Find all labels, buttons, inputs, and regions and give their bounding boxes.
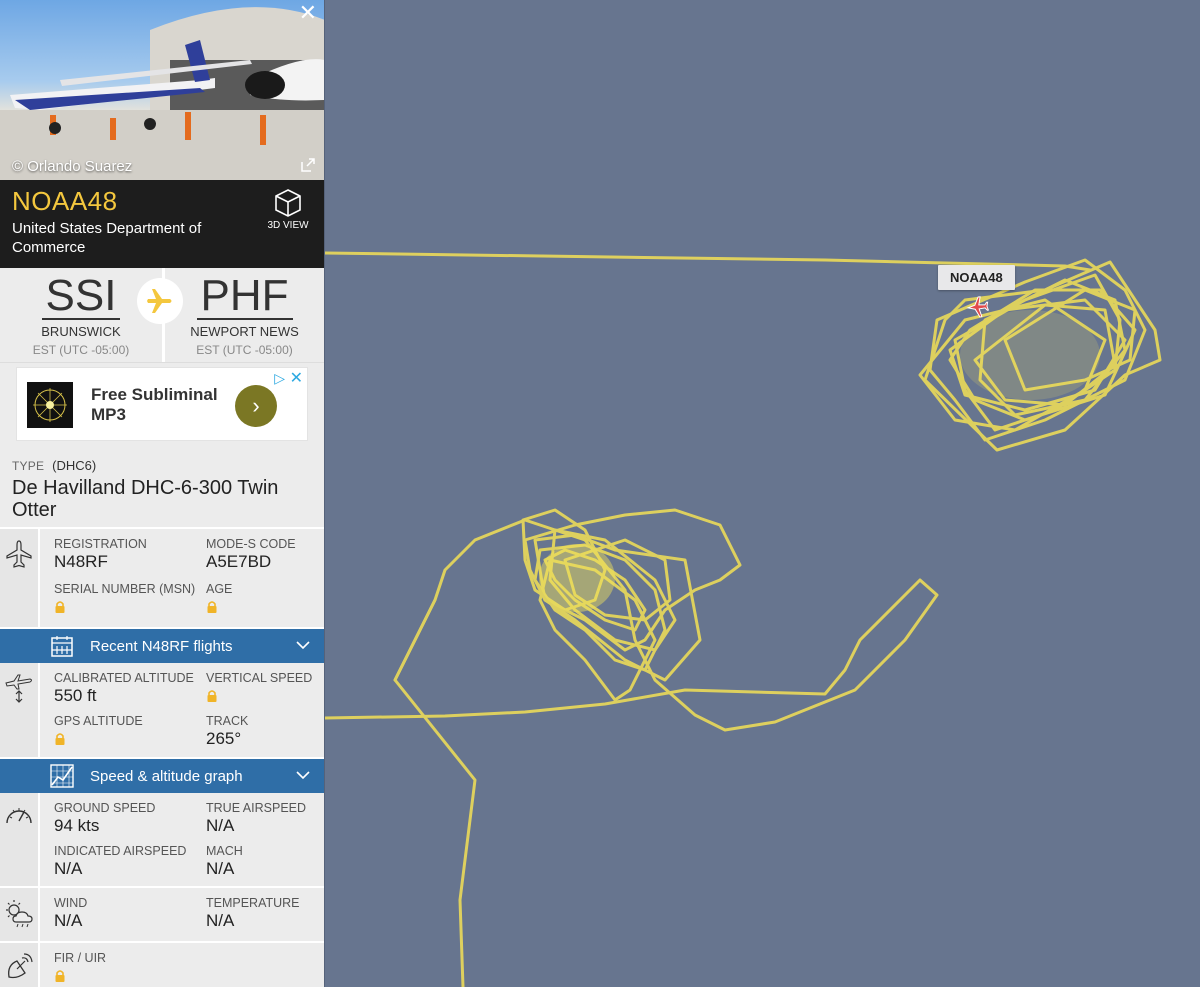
photo-credit: © Orlando Suarez <box>12 158 133 175</box>
origin-iata: SSI <box>41 274 121 320</box>
speed-altitude-graph-label: Speed & altitude graph <box>90 767 243 785</box>
temperature-value: N/A <box>206 911 235 930</box>
flight-header: NOAA48 United States Department of Comme… <box>0 180 324 268</box>
track-density <box>539 544 615 612</box>
aircraft-photo[interactable]: ✕ © Orlando Suarez <box>0 0 324 180</box>
wind-label: WIND <box>54 896 88 910</box>
3d-view-button[interactable]: 3D VIEW <box>264 188 312 231</box>
destination-airport[interactable]: PHF NEWPORT NEWS EST (UTC -05:00) <box>162 268 324 362</box>
destination-timezone: EST (UTC -05:00) <box>196 343 293 357</box>
destination-city: NEWPORT NEWS <box>190 324 299 339</box>
flight-info-panel: ✕ © Orlando Suarez NOAA48 United States … <box>0 0 325 987</box>
graph-icon <box>42 763 82 789</box>
fir-label: FIR / UIR <box>54 951 107 965</box>
ad-close-icon[interactable]: ✕ <box>290 368 303 388</box>
airline-name: United States Department of Commerce <box>12 220 202 256</box>
lock-icon[interactable] <box>54 600 206 619</box>
type-code: (DHC6) <box>52 458 97 473</box>
flight-track <box>325 251 1162 987</box>
weather-section: WIND N/A TEMPERATURE N/A <box>0 888 324 943</box>
indicated-airspeed-label: INDICATED AIRSPEED <box>54 844 187 858</box>
origin-timezone: EST (UTC -05:00) <box>32 343 130 357</box>
flight-tracker-app: ✕ © Orlando Suarez NOAA48 United States … <box>0 0 1200 987</box>
mach-label: MACH <box>206 844 243 858</box>
ad-go-button[interactable]: › <box>235 385 277 427</box>
advertisement[interactable]: Free Subliminal MP3 › ▷ ✕ <box>16 367 308 441</box>
speed-altitude-graph-toggle[interactable]: Speed & altitude graph <box>0 759 324 793</box>
cube-icon <box>275 189 301 217</box>
ad-logo <box>27 382 73 428</box>
track-density <box>960 310 1100 400</box>
type-label: TYPE <box>12 459 45 473</box>
mach-value: N/A <box>206 859 235 878</box>
lock-icon[interactable] <box>206 600 324 619</box>
modes-value: A5E7BD <box>206 552 272 571</box>
close-icon[interactable]: ✕ <box>299 2 317 24</box>
registration-value: N48RF <box>54 552 108 571</box>
altitude-icon <box>0 663 40 757</box>
wind-value: N/A <box>54 911 83 930</box>
origin-airport[interactable]: SSI BRUNSWICK EST (UTC -05:00) <box>0 268 162 362</box>
registration-section: REGISTRATION N48RF MODE-S CODE A5E7BD SERI… <box>0 529 324 629</box>
lock-icon[interactable] <box>54 732 206 751</box>
temperature-label: TEMPERATURE <box>206 896 300 910</box>
track-label: TRACK <box>206 714 249 728</box>
route-section: SSI BRUNSWICK EST (UTC -05:00) PHF NEWPO… <box>0 268 324 363</box>
destination-iata: PHF <box>196 274 293 320</box>
expand-icon[interactable] <box>299 156 317 174</box>
fir-section: FIR / UIR <box>0 943 324 987</box>
airplane-icon <box>0 529 40 627</box>
recent-flights-toggle[interactable]: Recent N48RF flights <box>0 629 324 663</box>
true-airspeed-label: TRUE AIRSPEED <box>206 801 307 815</box>
speed-section: GROUND SPEED 94 kts TRUE AIRSPEED N/A INDI… <box>0 793 324 888</box>
flight-map[interactable]: NOAA48 <box>325 0 1200 987</box>
recent-flights-label: Recent N48RF flights <box>90 637 233 655</box>
ground-speed-label: GROUND SPEED <box>54 801 156 815</box>
true-airspeed-value: N/A <box>206 816 235 835</box>
calibrated-altitude-value: 550 ft <box>54 686 97 705</box>
lock-icon[interactable] <box>54 969 206 987</box>
route-plane-icon <box>137 278 183 324</box>
aircraft-type-section: TYPE (DHC6) De Havilland DHC-6-300 Twin O… <box>0 447 324 529</box>
radar-dish-icon <box>0 943 40 987</box>
3d-view-label: 3D VIEW <box>267 220 309 231</box>
modes-label: MODE-S CODE <box>206 537 296 551</box>
age-label: AGE <box>206 582 233 596</box>
indicated-airspeed-value: N/A <box>54 859 83 878</box>
calendar-icon <box>42 634 82 658</box>
calibrated-altitude-label: CALIBRATED ALTITUDE <box>54 671 194 685</box>
registration-label: REGISTRATION <box>54 537 147 551</box>
vertical-speed-label: VERTICAL SPEED <box>206 671 313 685</box>
msn-label: SERIAL NUMBER (MSN) <box>54 582 196 596</box>
chevron-down-icon[interactable] <box>296 638 310 652</box>
track-value: 265° <box>206 729 242 748</box>
type-name: De Havilland DHC-6-300 Twin Otter <box>12 477 279 521</box>
gps-altitude-label: GPS ALTITUDE <box>54 714 143 728</box>
track-segment <box>393 598 477 987</box>
ad-choices-icon[interactable]: ▷ <box>274 370 285 387</box>
ad-text: Free Subliminal MP3 <box>91 385 218 424</box>
aircraft-photo-illustration <box>0 7 324 180</box>
ground-speed-value: 94 kts <box>54 816 100 835</box>
aircraft-map-label[interactable]: NOAA48 <box>938 265 1015 290</box>
lock-icon[interactable] <box>206 689 324 708</box>
weather-icon <box>0 888 40 941</box>
chevron-down-icon[interactable] <box>296 768 310 782</box>
origin-city: BRUNSWICK <box>41 324 121 339</box>
speedometer-icon <box>0 793 40 886</box>
altitude-section: CALIBRATED ALTITUDE 550 ft VERTICAL SPEED… <box>0 663 324 759</box>
